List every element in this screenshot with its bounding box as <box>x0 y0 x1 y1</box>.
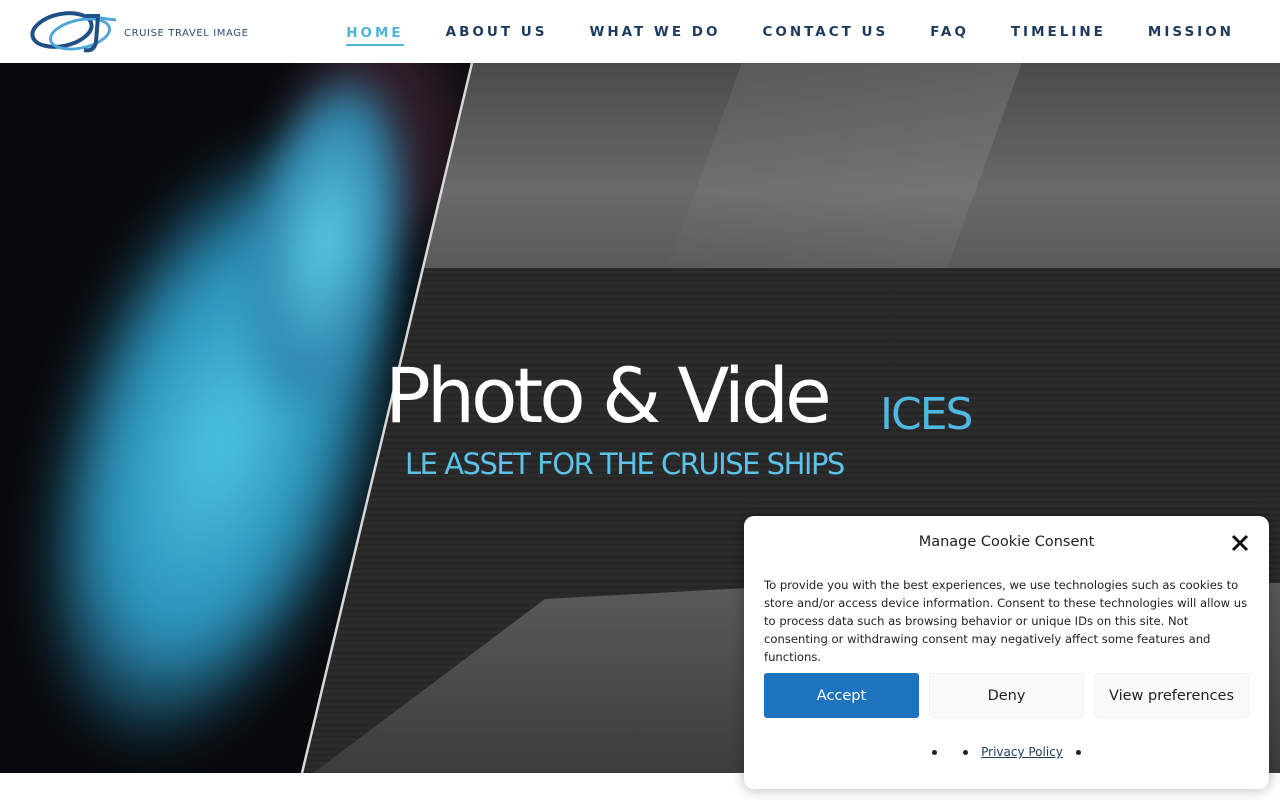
privacy-policy-link[interactable]: Privacy Policy <box>981 745 1063 759</box>
logo-text: CRUISE TRAVEL IMAGE <box>124 27 249 39</box>
nav-timeline[interactable]: TIMELINE <box>1011 16 1106 48</box>
cookie-message: To provide you with the best experiences… <box>764 578 1248 664</box>
nav-what-we-do[interactable]: WHAT WE DO <box>589 16 720 48</box>
nav-mission[interactable]: MISSION <box>1148 16 1234 48</box>
deny-button[interactable]: Deny <box>929 673 1084 718</box>
site-header: CRUISE TRAVEL IMAGE HOME ABOUT US WHAT W… <box>0 0 1280 63</box>
cookie-title: Manage Cookie Consent <box>918 534 1095 550</box>
hero-subtitle: LE ASSET FOR THE CRUISE SHIPS <box>405 447 845 481</box>
bullet-icon <box>1075 749 1081 755</box>
main-nav: HOME ABOUT US WHAT WE DO CONTACT US FAQ … <box>304 0 1234 63</box>
close-icon[interactable] <box>1229 532 1251 554</box>
nav-contact-us[interactable]: CONTACT US <box>762 16 888 48</box>
cookie-links: Privacy Policy <box>744 745 1269 759</box>
logo-icon <box>30 11 117 53</box>
nav-about-us[interactable]: ABOUT US <box>446 16 548 48</box>
nav-faq[interactable]: FAQ <box>930 16 969 48</box>
accept-button[interactable]: Accept <box>764 673 919 718</box>
bullet-icon <box>963 749 969 755</box>
cookie-consent-dialog: Manage Cookie Consent To provide you wit… <box>744 516 1269 789</box>
view-preferences-button[interactable]: View preferences <box>1094 673 1249 718</box>
site-logo[interactable]: CRUISE TRAVEL IMAGE <box>28 6 249 56</box>
hero-title-suffix: ICES <box>880 389 973 440</box>
nav-home[interactable]: HOME <box>346 17 404 46</box>
hero-title: Photo & Vide <box>385 351 832 440</box>
bullet-icon <box>932 749 938 755</box>
